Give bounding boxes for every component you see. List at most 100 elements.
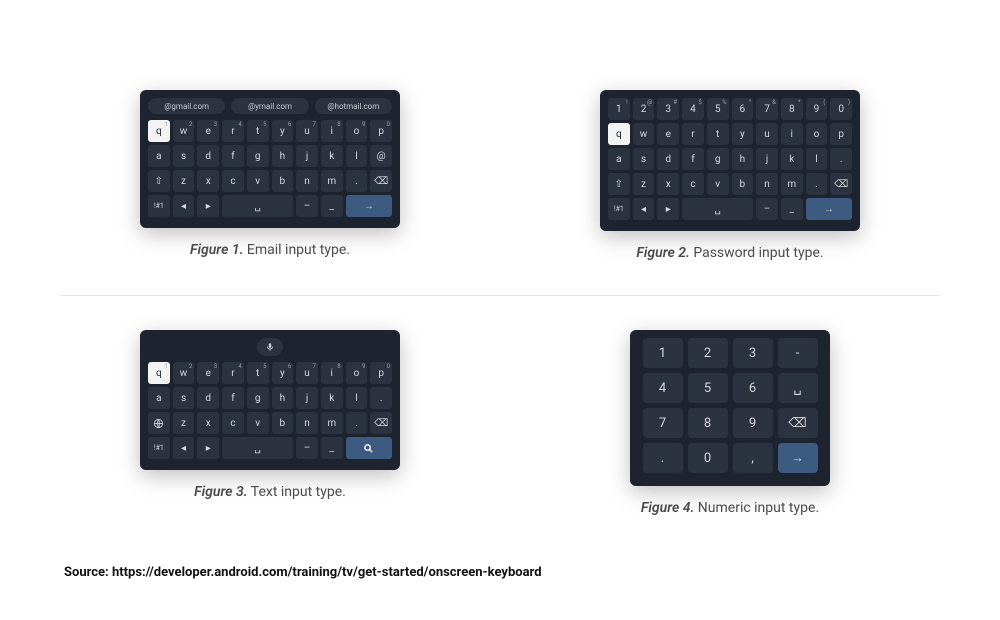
key-v[interactable]: v <box>247 412 269 434</box>
numkey-3[interactable]: 3 <box>733 338 773 368</box>
key-g[interactable]: g <box>707 148 729 170</box>
key-period[interactable]: . <box>346 170 368 192</box>
key-o[interactable]: o9 <box>346 120 368 142</box>
numkey-1[interactable]: 1 <box>643 338 683 368</box>
key-left[interactable]: ◂ <box>173 195 195 217</box>
key-search[interactable] <box>346 437 392 459</box>
key-underscore[interactable]: _ <box>781 198 803 220</box>
key-l[interactable]: l <box>346 145 368 167</box>
key-space[interactable]: ␣ <box>222 195 293 217</box>
key-k[interactable]: k <box>781 148 803 170</box>
numkey-6[interactable]: 6 <box>733 373 773 403</box>
key-q[interactable]: q <box>608 123 630 145</box>
key-backspace[interactable]: ⌫ <box>370 412 392 434</box>
key-m[interactable]: m <box>781 173 803 195</box>
key-backspace[interactable]: ⌫ <box>830 173 852 195</box>
key-j[interactable]: j <box>756 148 778 170</box>
key-z[interactable]: z <box>633 173 655 195</box>
key-mode[interactable]: !#1 <box>608 198 630 220</box>
numkey-comma[interactable]: , <box>733 443 773 473</box>
key-enter[interactable]: → <box>806 198 852 220</box>
key-3[interactable]: 3# <box>657 98 679 120</box>
key-c[interactable]: c <box>222 412 244 434</box>
key-n[interactable]: n <box>296 412 318 434</box>
key-a[interactable]: a <box>148 145 170 167</box>
key-x[interactable]: x <box>657 173 679 195</box>
key-t[interactable]: t <box>707 123 729 145</box>
key-mode[interactable]: !#1 <box>148 437 170 459</box>
mic-button[interactable] <box>257 338 283 356</box>
key-right[interactable]: ▸ <box>197 437 219 459</box>
key-space[interactable]: ␣ <box>682 198 753 220</box>
numkey-8[interactable]: 8 <box>688 408 728 438</box>
key-underscore[interactable]: _ <box>321 437 343 459</box>
key-left[interactable]: ◂ <box>633 198 655 220</box>
key-k[interactable]: k <box>321 145 343 167</box>
key-underscore[interactable]: _ <box>321 195 343 217</box>
key-left[interactable]: ◂ <box>173 437 195 459</box>
key-y[interactable]: y <box>732 123 754 145</box>
numkey-7[interactable]: 7 <box>643 408 683 438</box>
key-a[interactable]: a <box>608 148 630 170</box>
key-k[interactable]: k <box>321 387 343 409</box>
key-x[interactable]: x <box>197 412 219 434</box>
key-s[interactable]: s <box>173 145 195 167</box>
numkey-period[interactable]: . <box>643 443 683 473</box>
key-t[interactable]: t5 <box>247 120 269 142</box>
key-q[interactable]: q1 <box>148 120 170 142</box>
key-g[interactable]: g <box>247 387 269 409</box>
key-shift[interactable]: ⇧ <box>608 173 630 195</box>
numkey-space[interactable]: ␣ <box>778 373 818 403</box>
key-g[interactable]: g <box>247 145 269 167</box>
key-h[interactable]: h <box>272 145 294 167</box>
suggestion-pill[interactable]: @gmail.com <box>148 98 225 114</box>
key-y[interactable]: y6 <box>272 362 294 384</box>
key-r[interactable]: r4 <box>222 120 244 142</box>
key-at[interactable]: @ <box>370 145 392 167</box>
key-s[interactable]: s <box>173 387 195 409</box>
key-0[interactable]: 0) <box>830 98 852 120</box>
key-w[interactable]: w <box>633 123 655 145</box>
key-9[interactable]: 9( <box>806 98 828 120</box>
key-1[interactable]: 1! <box>608 98 630 120</box>
key-y[interactable]: y6 <box>272 120 294 142</box>
key-b[interactable]: b <box>732 173 754 195</box>
key-r[interactable]: r4 <box>222 362 244 384</box>
key-b[interactable]: b <box>272 412 294 434</box>
key-8[interactable]: 8* <box>781 98 803 120</box>
key-n[interactable]: n <box>756 173 778 195</box>
key-m[interactable]: m <box>321 170 343 192</box>
key-dash[interactable]: – <box>296 195 318 217</box>
key-f[interactable]: f <box>682 148 704 170</box>
key-z[interactable]: z <box>173 170 195 192</box>
key-h[interactable]: h <box>732 148 754 170</box>
key-right[interactable]: ▸ <box>657 198 679 220</box>
key-r[interactable]: r <box>682 123 704 145</box>
key-e[interactable]: e3 <box>197 362 219 384</box>
key-l[interactable]: l <box>346 387 368 409</box>
key-s[interactable]: s <box>633 148 655 170</box>
numkey-9[interactable]: 9 <box>733 408 773 438</box>
key-mode[interactable]: !#1 <box>148 195 170 217</box>
key-j[interactable]: j <box>296 145 318 167</box>
key-p[interactable]: p0 <box>370 362 392 384</box>
key-period[interactable]: . <box>830 148 852 170</box>
key-right[interactable]: ▸ <box>197 195 219 217</box>
key-d[interactable]: d <box>197 145 219 167</box>
key-i[interactable]: i <box>781 123 803 145</box>
key-caps[interactable] <box>148 412 170 434</box>
key-c[interactable]: c <box>682 173 704 195</box>
key-6[interactable]: 6^ <box>732 98 754 120</box>
numkey-4[interactable]: 4 <box>643 373 683 403</box>
key-u[interactable]: u <box>756 123 778 145</box>
key-f[interactable]: f <box>222 145 244 167</box>
key-o[interactable]: o <box>806 123 828 145</box>
key-dash[interactable]: – <box>296 437 318 459</box>
key-n[interactable]: n <box>296 170 318 192</box>
key-enter[interactable]: → <box>346 195 392 217</box>
key-j[interactable]: j <box>296 387 318 409</box>
key-f[interactable]: f <box>222 387 244 409</box>
key-p[interactable]: p <box>830 123 852 145</box>
key-e[interactable]: e <box>657 123 679 145</box>
key-i[interactable]: i8 <box>321 120 343 142</box>
